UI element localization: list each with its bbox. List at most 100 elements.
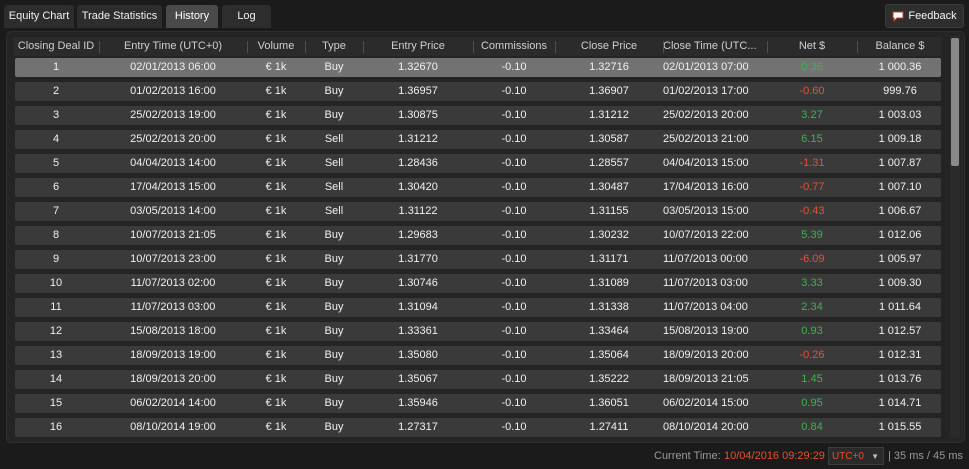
cell-balance: 1 013.76 <box>878 373 922 385</box>
cell-net: 5.39 <box>801 229 823 241</box>
cell-entry-price: 1.29683 <box>398 229 438 241</box>
cell-balance: 1 011.64 <box>878 301 921 313</box>
cell-balance: 1 015.55 <box>878 421 922 433</box>
cell-close-price: 1.27411 <box>589 421 629 433</box>
table-row[interactable]: 9 10/07/2013 23:00 € 1k Buy 1.31770 -0.10 1.31… <box>15 250 941 269</box>
cell-volume: € 1k <box>265 157 287 169</box>
cell-type: Buy <box>324 301 344 313</box>
cell-volume: € 1k <box>265 301 287 313</box>
cell-close-time: 10/07/2013 22:00 <box>663 229 749 241</box>
cell-close-price: 1.36051 <box>589 397 629 409</box>
cell-entry-time: 18/09/2013 20:00 <box>130 373 216 385</box>
cell-entry-price: 1.30420 <box>398 181 438 193</box>
cell-balance: 1 006.67 <box>878 205 922 217</box>
cell-balance: 1 009.18 <box>878 133 922 145</box>
table-row[interactable]: 3 25/02/2013 19:00 € 1k Buy 1.30875 -0.10 1.31… <box>15 106 941 125</box>
tab-log[interactable]: Log <box>222 5 271 28</box>
table-row[interactable]: 15 06/02/2014 14:00 € 1k Buy 1.35946 -0.10 1.3… <box>15 394 941 413</box>
table-row[interactable]: 1 02/01/2013 06:00 € 1k Buy 1.32670 -0.10 1.32… <box>15 58 941 77</box>
feedback-button[interactable]: Feedback <box>885 4 964 28</box>
cell-entry-price: 1.31094 <box>398 301 438 313</box>
cell-close-time: 18/09/2013 21:05 <box>663 373 749 385</box>
cell-net: -1.31 <box>799 157 825 169</box>
cell-net: 0.36 <box>801 61 823 73</box>
table-row[interactable]: 10 11/07/2013 02:00 € 1k Buy 1.30746 -0.10 1.3… <box>15 274 941 293</box>
table-row[interactable]: 4 25/02/2013 20:00 € 1k Sell 1.31212 -0.10 1.3… <box>15 130 941 149</box>
cell-volume: € 1k <box>265 373 287 385</box>
cell-closing-deal-id: 11 <box>50 301 62 313</box>
table-row[interactable]: 7 03/05/2013 14:00 € 1k Sell 1.31122 -0.10 1.3… <box>15 202 941 221</box>
cell-type: Sell <box>324 133 344 145</box>
timezone-select[interactable]: UTC+0 ▼ <box>828 447 884 465</box>
cell-type: Buy <box>324 397 344 409</box>
history-panel: Closing Deal ID Entry Time (UTC+0) Volume T… <box>6 31 965 443</box>
cell-net: 0.93 <box>801 325 823 337</box>
cell-close-price: 1.31338 <box>589 301 629 313</box>
cell-entry-price: 1.35946 <box>398 397 438 409</box>
cell-entry-price: 1.27317 <box>398 421 438 433</box>
cell-volume: € 1k <box>265 277 287 289</box>
vertical-scrollbar[interactable] <box>950 36 960 438</box>
cell-net: -0.77 <box>799 181 825 193</box>
cell-balance: 1 012.06 <box>878 229 922 241</box>
cell-entry-time: 25/02/2013 19:00 <box>130 109 216 121</box>
feedback-icon <box>892 11 904 22</box>
cell-close-price: 1.30487 <box>589 181 629 193</box>
cell-net: 2.34 <box>801 301 823 313</box>
cell-type: Buy <box>324 61 344 73</box>
cell-volume: € 1k <box>265 349 287 361</box>
tab-history[interactable]: History <box>166 5 218 28</box>
cell-close-price: 1.35064 <box>589 349 629 361</box>
cell-entry-price: 1.35080 <box>398 349 438 361</box>
table-row[interactable]: 8 10/07/2013 21:05 € 1k Buy 1.29683 -0.10 1.30… <box>15 226 941 245</box>
cell-entry-price: 1.31122 <box>398 205 438 217</box>
cell-balance: 1 009.30 <box>878 277 922 289</box>
cell-net: -6.09 <box>799 253 825 265</box>
cell-balance: 1 005.97 <box>878 253 922 265</box>
cell-entry-time: 02/01/2013 06:00 <box>130 61 216 73</box>
cell-closing-deal-id: 3 <box>52 109 60 121</box>
table-row[interactable]: 11 11/07/2013 03:00 € 1k Buy 1.31094 -0.10 1.3… <box>15 298 941 317</box>
cell-volume: € 1k <box>265 421 287 433</box>
table-row[interactable]: 14 18/09/2013 20:00 € 1k Buy 1.35067 -0.10 1.3… <box>15 370 941 389</box>
cell-closing-deal-id: 13 <box>49 349 63 361</box>
current-time-value: 10/04/2016 09:29:29 <box>724 450 825 462</box>
cell-closing-deal-id: 1 <box>52 61 60 73</box>
cell-volume: € 1k <box>265 109 287 121</box>
cell-volume: € 1k <box>265 133 287 145</box>
cell-entry-price: 1.33361 <box>398 325 438 337</box>
cell-entry-time: 04/04/2013 14:00 <box>130 157 216 169</box>
cell-volume: € 1k <box>265 253 287 265</box>
cell-type: Sell <box>324 181 344 193</box>
cell-balance: 1 007.87 <box>878 157 922 169</box>
cell-commissions: -0.10 <box>501 301 527 313</box>
cell-type: Sell <box>324 157 344 169</box>
table-row[interactable]: 16 08/10/2014 19:00 € 1k Buy 1.27317 -0.10 1.2… <box>15 418 941 437</box>
cell-balance: 1 012.57 <box>878 325 922 337</box>
cell-balance: 1 003.03 <box>878 109 922 121</box>
cell-close-time: 01/02/2013 17:00 <box>663 85 749 97</box>
cell-closing-deal-id: 14 <box>49 373 63 385</box>
tab-bar: Equity Chart Trade Statistics History Lo… <box>0 0 969 30</box>
cell-type: Buy <box>324 373 344 385</box>
tab-equity-chart[interactable]: Equity Chart <box>4 5 74 28</box>
cell-type: Buy <box>324 85 344 97</box>
cell-close-price: 1.31212 <box>589 109 629 121</box>
cell-closing-deal-id: 15 <box>49 397 63 409</box>
table-row[interactable]: 13 18/09/2013 19:00 € 1k Buy 1.35080 -0.10 1.3… <box>15 346 941 365</box>
cell-volume: € 1k <box>265 61 287 73</box>
cell-commissions: -0.10 <box>501 397 527 409</box>
scrollbar-thumb[interactable] <box>951 38 959 166</box>
cell-type: Buy <box>324 277 344 289</box>
cell-entry-time: 15/08/2013 18:00 <box>130 325 216 337</box>
table-row[interactable]: 2 01/02/2013 16:00 € 1k Buy 1.36957 -0.10 1.36… <box>15 82 941 101</box>
table-row[interactable]: 12 15/08/2013 18:00 € 1k Buy 1.33361 -0.10 1.3… <box>15 322 941 341</box>
cell-entry-price: 1.31212 <box>398 133 438 145</box>
cell-commissions: -0.10 <box>501 373 527 385</box>
cell-close-time: 02/01/2013 07:00 <box>663 61 749 73</box>
table-row[interactable]: 6 17/04/2013 15:00 € 1k Sell 1.30420 -0.10 1.3… <box>15 178 941 197</box>
table-row[interactable]: 5 04/04/2013 14:00 € 1k Sell 1.28436 -0.10 1.2… <box>15 154 941 173</box>
cell-closing-deal-id: 7 <box>52 205 60 217</box>
cell-volume: € 1k <box>265 229 287 241</box>
tab-trade-statistics[interactable]: Trade Statistics <box>77 5 162 28</box>
